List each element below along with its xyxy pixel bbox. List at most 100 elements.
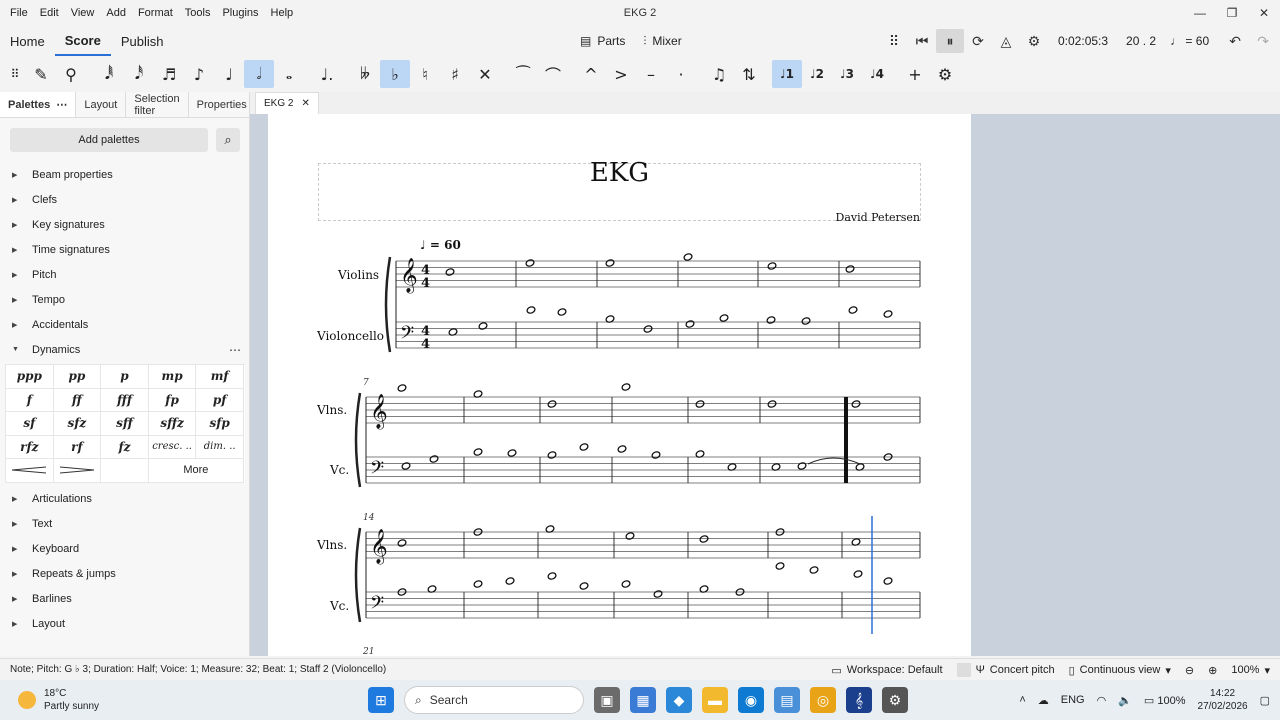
metronome-icon[interactable]: ◬ xyxy=(992,29,1020,53)
drag-handle-icon[interactable]: ⠿ xyxy=(880,29,908,53)
half-note-icon[interactable]: 𝅗𝅥 xyxy=(244,60,274,88)
gear-icon[interactable]: ⚙ xyxy=(1020,29,1048,53)
edge-browser-icon[interactable]: ◉ xyxy=(738,687,764,713)
voice-3-icon[interactable]: ♩3 xyxy=(832,60,862,88)
palette-articulations[interactable]: ▶ Articulations xyxy=(0,487,249,512)
double-sharp-icon[interactable]: ✕ xyxy=(470,60,500,88)
musescore-icon[interactable]: 𝄞 xyxy=(846,687,872,713)
parts-button[interactable]: ▤ Parts xyxy=(580,34,625,48)
palette-text[interactable]: ▶ Text xyxy=(0,512,249,537)
dynamic-rf[interactable]: rf xyxy=(53,435,102,459)
palette-clefs[interactable]: ▶ Clefs xyxy=(0,187,249,212)
task-view-icon[interactable]: ▣ xyxy=(594,687,620,713)
dynamic-pp[interactable]: pp xyxy=(53,365,102,389)
clock[interactable]: 14:22 27/02/2026 xyxy=(1198,687,1248,713)
sixty-fourth-note-icon[interactable]: 𝅘𝅥𝅱 xyxy=(94,60,124,88)
menu-help[interactable]: Help xyxy=(265,7,300,19)
natural-icon[interactable]: ♮ xyxy=(410,60,440,88)
accent-icon[interactable]: > xyxy=(606,60,636,88)
tab-properties[interactable]: Properties xyxy=(189,92,256,117)
palette-tempo[interactable]: ▶ Tempo xyxy=(0,287,249,312)
tab-publish[interactable]: Publish xyxy=(111,26,174,56)
menu-format[interactable]: Format xyxy=(132,7,179,19)
windows-start-icon[interactable]: ⊞ xyxy=(368,687,394,713)
chevron-up-icon[interactable]: ˄ xyxy=(1019,694,1025,706)
palette-layout[interactable]: ▶ Layout xyxy=(0,612,249,637)
tenuto-icon[interactable]: – xyxy=(636,60,666,88)
palette-accidentals[interactable]: ▶ Accidentals xyxy=(0,312,249,337)
diminuendo-hairpin-icon[interactable] xyxy=(53,459,102,483)
dynamic-sffz[interactable]: sffz xyxy=(148,412,197,436)
dynamic-sfp[interactable]: sfp xyxy=(196,412,244,436)
more-button[interactable]: More xyxy=(148,459,244,483)
dynamic-sf[interactable]: sf xyxy=(6,412,54,436)
chrome-browser-icon[interactable]: ◎ xyxy=(810,687,836,713)
view-mode-selector[interactable]: ▯ Continuous view ▾ xyxy=(1069,664,1171,677)
palette-pitch[interactable]: ▶ Pitch xyxy=(0,262,249,287)
whole-note-icon[interactable]: 𝅝 xyxy=(274,60,304,88)
dynamic-ff[interactable]: ff xyxy=(53,388,102,412)
notifications-icon[interactable]: ▢ xyxy=(1260,694,1270,707)
dynamic-cresc[interactable]: cresc. .. xyxy=(148,435,197,459)
tab-score[interactable]: Score xyxy=(54,26,111,56)
plus-icon[interactable]: + xyxy=(900,60,930,88)
more-options-icon[interactable]: ⋯ xyxy=(56,98,67,111)
sixteenth-note-icon[interactable]: ♬ xyxy=(154,60,184,88)
sharp-icon[interactable]: ♯ xyxy=(440,60,470,88)
slur-icon[interactable]: ⌒ xyxy=(538,60,568,88)
flip-direction-icon[interactable]: ⇅ xyxy=(734,60,764,88)
palette-barlines[interactable]: ▶ Barlines xyxy=(0,587,249,612)
file-explorer-icon[interactable]: ▬ xyxy=(702,687,728,713)
dynamic-mf[interactable]: mf xyxy=(196,365,244,389)
palette-dynamics[interactable]: ▼ Dynamics ⋯ xyxy=(0,337,249,362)
dynamic-f[interactable]: f xyxy=(6,388,54,412)
notepad-icon[interactable]: ▤ xyxy=(774,687,800,713)
undo-icon[interactable]: ↶ xyxy=(1221,29,1249,53)
staccato-icon[interactable]: · xyxy=(666,60,696,88)
cloud-icon[interactable]: ☁ xyxy=(1038,694,1049,707)
rewind-icon[interactable]: ⏮ xyxy=(908,29,936,53)
loop-icon[interactable]: ⟳ xyxy=(964,29,992,53)
minimize-icon[interactable]: — xyxy=(1184,0,1216,26)
restore-icon[interactable]: ❐ xyxy=(1216,0,1248,26)
score-notation[interactable]: 𝄞𝄢𝄞𝄢𝄞𝄢4444 xyxy=(268,114,971,656)
tie-icon[interactable]: ⁀ xyxy=(508,60,538,88)
menu-edit[interactable]: Edit xyxy=(34,7,65,19)
mixer-button[interactable]: ⫶ Mixer xyxy=(643,34,681,49)
dynamic-fz[interactable]: fz xyxy=(101,435,149,459)
palette-beam-properties[interactable]: ▶ Beam properties xyxy=(0,162,249,187)
menu-tools[interactable]: Tools xyxy=(179,7,217,19)
palette-time-signatures[interactable]: ▶ Time signatures xyxy=(0,237,249,262)
taskbar-search[interactable]: ⌕ Search xyxy=(404,686,584,714)
dynamic-mp[interactable]: mp xyxy=(148,365,197,389)
weather-widget[interactable]: 18°C Partly sunny xyxy=(0,687,200,713)
double-flat-icon[interactable]: 𝄫 xyxy=(350,60,380,88)
marcato-icon[interactable]: ^ xyxy=(576,60,606,88)
tab-home[interactable]: Home xyxy=(0,26,55,56)
dynamic-fp[interactable]: fp xyxy=(148,388,197,412)
pencil-icon[interactable]: ✎ xyxy=(26,60,56,88)
thirty-second-note-icon[interactable]: 𝅘𝅥𝅰 xyxy=(124,60,154,88)
drag-handle-icon[interactable]: ⠿ xyxy=(4,60,26,88)
dynamic-sff[interactable]: sff xyxy=(101,412,149,436)
dynamic-sfz[interactable]: sfz xyxy=(53,412,102,436)
close-icon[interactable]: ✕ xyxy=(1248,0,1280,26)
gear-icon[interactable]: ⚙ xyxy=(930,60,960,88)
tab-selection-filter[interactable]: Selection filter xyxy=(126,92,189,117)
dynamic-rfz[interactable]: rfz xyxy=(6,435,54,459)
voice-4-icon[interactable]: ♩4 xyxy=(862,60,892,88)
volume-icon[interactable]: 🔈 xyxy=(1118,694,1132,707)
flat-icon[interactable]: ♭ xyxy=(380,60,410,88)
crescendo-hairpin-icon[interactable] xyxy=(6,459,54,483)
quarter-note-icon[interactable]: ♩ xyxy=(214,60,244,88)
menu-view[interactable]: View xyxy=(65,7,101,19)
voice-2-icon[interactable]: ♩2 xyxy=(802,60,832,88)
zoom-in-icon[interactable]: ⊕ xyxy=(1208,664,1217,677)
calculator-icon[interactable]: ▦ xyxy=(630,687,656,713)
workspace-selector[interactable]: ▭ Workspace: Default xyxy=(831,664,942,677)
language-indicator[interactable]: ENG xyxy=(1061,694,1085,706)
add-palettes-button[interactable]: Add palettes xyxy=(10,128,208,152)
palette-keyboard[interactable]: ▶ Keyboard xyxy=(0,537,249,562)
pin-icon[interactable]: ⚲ xyxy=(56,60,86,88)
document-tab[interactable]: EKG 2 ✕ xyxy=(255,92,319,114)
